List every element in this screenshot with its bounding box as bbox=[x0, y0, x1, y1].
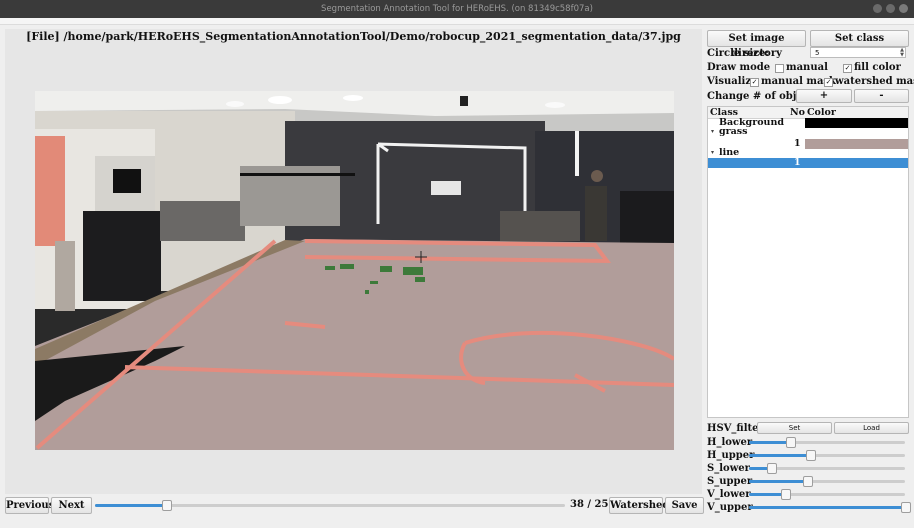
hsv-slider-label: S_lower bbox=[707, 463, 750, 474]
next-button[interactable]: Next bbox=[51, 497, 92, 514]
expand-arrow-icon[interactable]: ▾ bbox=[711, 127, 714, 137]
class-table-row[interactable]: ▾ grass bbox=[708, 127, 908, 137]
hsv-slider-fill bbox=[749, 480, 807, 483]
hsv-slider-handle[interactable] bbox=[802, 476, 813, 487]
hsv-slider[interactable] bbox=[749, 489, 905, 500]
remove-object-button[interactable]: - bbox=[854, 89, 909, 103]
add-object-button[interactable]: + bbox=[796, 89, 852, 103]
hsv-slider-handle[interactable] bbox=[901, 502, 911, 513]
hsv-slider-fill bbox=[749, 454, 810, 457]
hsv-slider-fill bbox=[749, 506, 905, 509]
watershed-mask-checkbox[interactable]: ✓ bbox=[824, 78, 833, 87]
watershed-mask-label: watershed mask bbox=[835, 76, 914, 87]
window-title: Segmentation Annotation Tool for HERoEHS… bbox=[321, 4, 593, 14]
image-slider-handle[interactable] bbox=[162, 500, 173, 511]
circle-size-value: 5 bbox=[815, 49, 820, 57]
hsv-slider-fill bbox=[749, 493, 785, 496]
watershed-button[interactable]: Watershed bbox=[609, 497, 669, 514]
hsv-slider-label: V_upper bbox=[707, 502, 753, 513]
circle-size-spinbox[interactable]: 5 ▲ ▼ bbox=[810, 47, 906, 58]
hsv-slider[interactable] bbox=[749, 476, 905, 487]
image-slider[interactable] bbox=[95, 500, 565, 511]
manual-checkbox[interactable] bbox=[775, 64, 784, 73]
person bbox=[585, 186, 607, 241]
manual-label: manual bbox=[786, 62, 828, 73]
column-color[interactable]: Color bbox=[807, 107, 836, 118]
annotated-image bbox=[35, 91, 674, 450]
previous-button[interactable]: Previous bbox=[5, 497, 54, 514]
hsv-slider-label: H_upper bbox=[707, 450, 755, 461]
window-titlebar: Segmentation Annotation Tool for HERoEHS… bbox=[0, 0, 914, 18]
save-button[interactable]: Save bbox=[665, 497, 704, 514]
hsv-slider-label: V_lower bbox=[707, 489, 751, 500]
draw-mode-label: Draw mode bbox=[707, 62, 771, 73]
column-no[interactable]: No bbox=[790, 107, 805, 118]
machine-screen bbox=[113, 169, 141, 193]
hsv-slider-fill bbox=[749, 441, 790, 444]
class-name: grass bbox=[719, 126, 748, 137]
hsv-slider[interactable] bbox=[749, 463, 905, 474]
circle-size-label: Circle size: bbox=[707, 48, 769, 59]
ceiling-light bbox=[226, 101, 244, 107]
hsv-filter-label: HSV_filter bbox=[707, 423, 764, 434]
hsv-slider-label: H_lower bbox=[707, 437, 753, 448]
object-number: 1 bbox=[794, 157, 801, 168]
menu-bar bbox=[0, 18, 914, 25]
set-image-directory-button[interactable]: Set image directory bbox=[707, 30, 806, 59]
hsv-slider-handle[interactable] bbox=[780, 489, 791, 500]
table-right bbox=[500, 211, 580, 241]
masked-region bbox=[35, 136, 65, 246]
machine-base bbox=[83, 211, 161, 301]
side-panel: Set image directory Set class Circle siz… bbox=[707, 29, 914, 514]
minimize-icon[interactable] bbox=[873, 4, 882, 13]
fill-color-label: fill color bbox=[854, 62, 901, 73]
hsv-slider[interactable] bbox=[749, 502, 911, 513]
hsv-load-button[interactable]: Load bbox=[834, 422, 909, 434]
window-controls bbox=[873, 4, 908, 13]
class-table: Class No Color Background ▾ grass 1 ▾ line 1 bbox=[707, 106, 909, 418]
file-path-label: [File] /home/park/HERoEHS_SegmentationAn… bbox=[26, 30, 681, 43]
hsv-slider-handle[interactable] bbox=[805, 450, 816, 461]
annotation-canvas[interactable] bbox=[35, 91, 674, 450]
spin-arrows-icon[interactable]: ▲ ▼ bbox=[900, 48, 904, 58]
image-slider-fill bbox=[95, 504, 167, 507]
person-head bbox=[591, 170, 603, 182]
monitor bbox=[431, 181, 461, 195]
close-icon[interactable] bbox=[899, 4, 908, 13]
table-edge bbox=[240, 173, 355, 176]
hsv-slider-handle[interactable] bbox=[766, 463, 777, 474]
workbench bbox=[160, 201, 245, 241]
stand bbox=[55, 241, 75, 311]
hsv-set-button[interactable]: Set bbox=[757, 422, 832, 434]
class-name: line bbox=[719, 147, 740, 158]
hsv-slider-handle[interactable] bbox=[785, 437, 796, 448]
bottom-bar: Previous Next 38 / 251 Watershed Save bbox=[5, 497, 704, 515]
image-panel: [File] /home/park/HERoEHS_SegmentationAn… bbox=[5, 29, 702, 494]
class-table-row[interactable]: 1 bbox=[708, 158, 908, 168]
ceiling-light bbox=[343, 95, 363, 101]
manual-mask-checkbox[interactable]: ✓ bbox=[750, 78, 759, 87]
expand-arrow-icon[interactable]: ▾ bbox=[711, 148, 714, 158]
ceiling-speaker bbox=[460, 96, 468, 106]
ceiling-light bbox=[545, 102, 565, 108]
wall-light bbox=[575, 131, 579, 176]
hsv-slider-label: S_upper bbox=[707, 476, 753, 487]
hsv-slider[interactable] bbox=[749, 437, 905, 448]
fill-color-checkbox[interactable]: ✓ bbox=[843, 64, 852, 73]
ceiling-light bbox=[268, 96, 292, 104]
class-table-row[interactable]: ▾ line bbox=[708, 148, 908, 158]
set-class-button[interactable]: Set class bbox=[810, 30, 909, 47]
maximize-icon[interactable] bbox=[886, 4, 895, 13]
hsv-slider[interactable] bbox=[749, 450, 905, 461]
